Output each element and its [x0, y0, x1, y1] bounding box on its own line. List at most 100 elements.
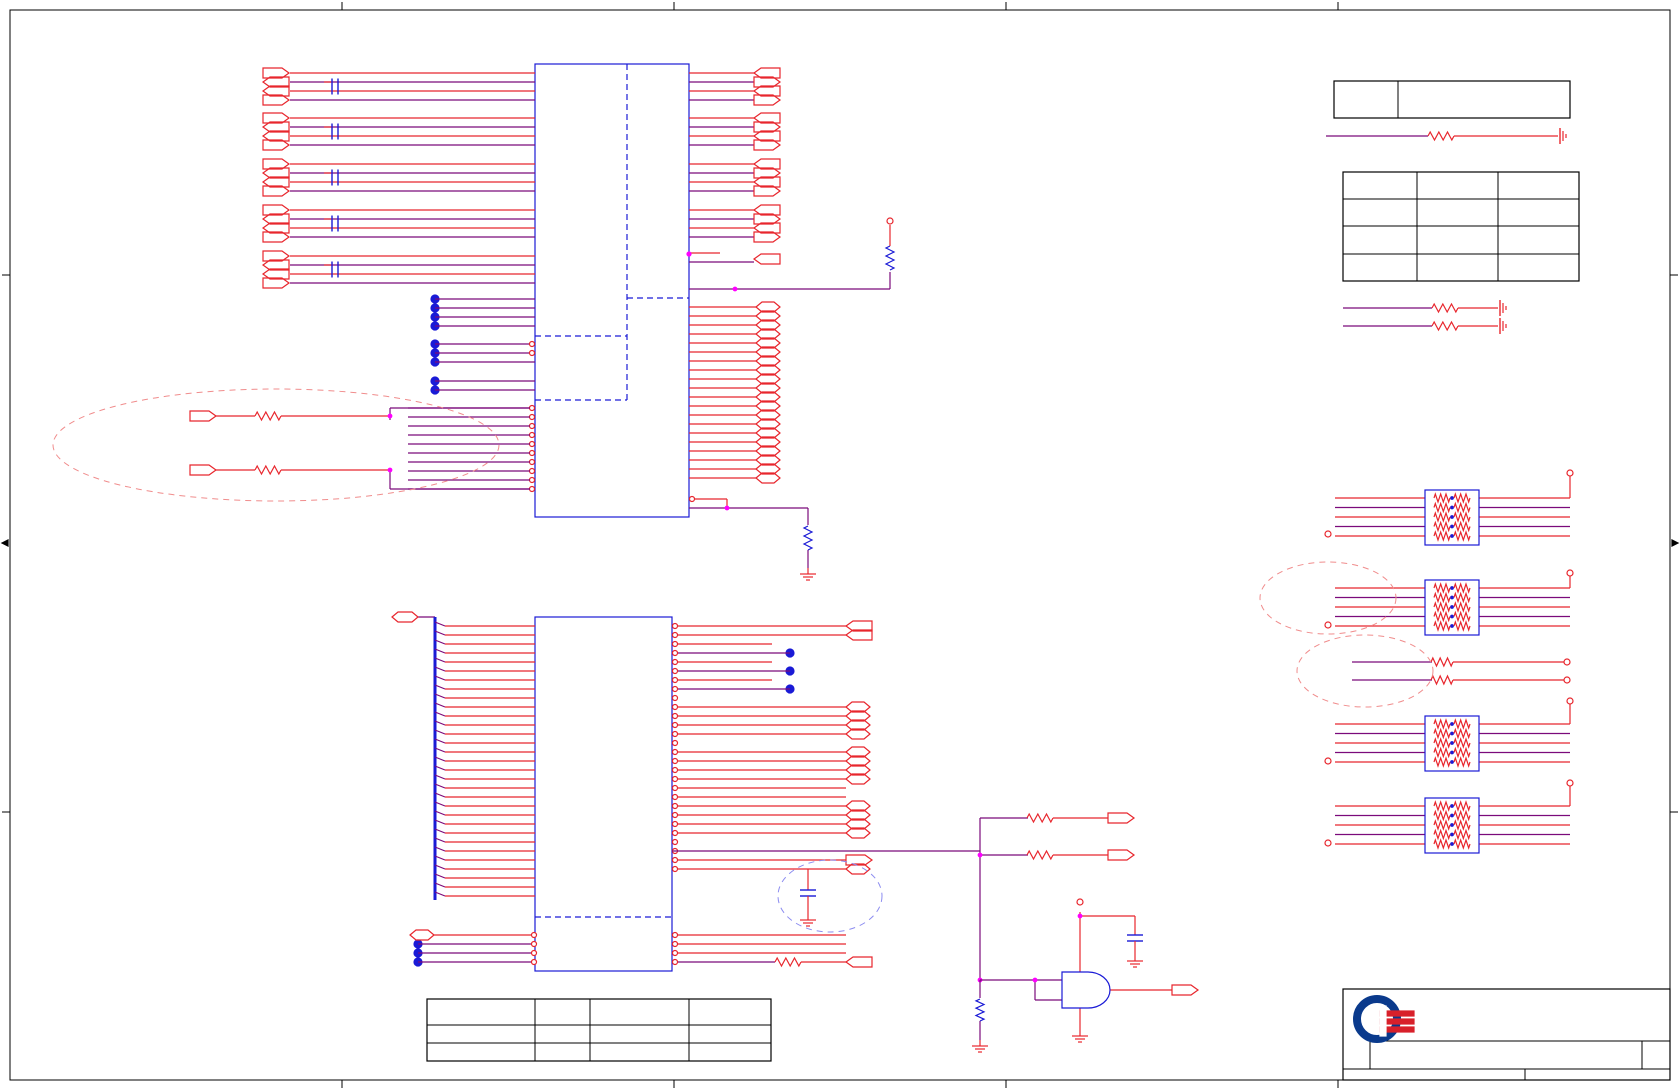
junction	[1450, 624, 1454, 628]
resistor-icon	[774, 956, 802, 968]
pin-bubble	[671, 730, 679, 738]
resistor-icon	[254, 464, 282, 476]
resistor-icon	[1453, 520, 1471, 533]
pin-bubble	[671, 949, 679, 957]
passive-components	[254, 78, 1567, 1053]
pin-bubble	[671, 856, 679, 864]
annotation-ellipse	[52, 388, 500, 502]
pin-bubble	[671, 667, 679, 675]
lower-ic-block	[534, 616, 673, 972]
resistor-icon	[1453, 828, 1471, 841]
upper-ic-block	[534, 63, 690, 518]
power-pin	[1324, 757, 1332, 765]
pin-bubble	[528, 413, 536, 421]
junction	[1450, 595, 1454, 600]
resistor-icon	[1433, 582, 1451, 594]
pin-bubble	[671, 793, 679, 801]
junction	[1450, 515, 1454, 519]
resistor-icon	[1453, 591, 1471, 604]
junction	[1450, 832, 1454, 837]
junction	[1450, 823, 1454, 827]
pin-bubble	[528, 404, 536, 412]
resistor-icon	[1431, 302, 1459, 314]
pin-bubble	[671, 865, 679, 873]
resistor-icon	[1026, 849, 1054, 861]
junction	[977, 852, 983, 858]
pin-bubble	[528, 467, 536, 475]
port-connector-icon	[189, 410, 218, 422]
resistor-icon	[1453, 756, 1471, 768]
resistor-icon	[1433, 800, 1451, 812]
resistor-icon	[1430, 674, 1454, 686]
resistor-icon	[1453, 746, 1471, 759]
junction	[724, 505, 730, 511]
resistor-icon	[1453, 501, 1471, 514]
pin-bubble	[671, 658, 679, 666]
title-block	[1342, 988, 1671, 1081]
off-page-ports	[189, 67, 1200, 996]
junction	[1450, 741, 1454, 745]
resistor-icon	[1433, 492, 1451, 504]
resistor-icon	[1427, 130, 1455, 142]
company-logo-icon	[1379, 1005, 1387, 1037]
resistor-icon	[1433, 591, 1451, 604]
zone-arrow	[1671, 539, 1680, 547]
pin-bubble	[671, 958, 679, 966]
power-pin	[1324, 839, 1332, 847]
resistor-icon	[1453, 582, 1471, 594]
resistor-icon	[1433, 530, 1451, 542]
port-connector-icon	[752, 253, 781, 265]
junction	[1450, 605, 1454, 609]
resistor-icon	[1433, 809, 1451, 822]
pin-bubble	[671, 685, 679, 693]
power-pin	[1566, 469, 1574, 477]
junction	[1077, 913, 1083, 919]
table-box	[426, 998, 772, 1062]
pin-bubble	[671, 829, 679, 837]
port-connector-icon	[1171, 984, 1200, 996]
power-pin	[886, 217, 894, 225]
junction	[387, 413, 393, 419]
ic-body	[534, 616, 673, 972]
junction	[1450, 722, 1454, 726]
power-pin	[1566, 779, 1574, 787]
resistor-icon	[1453, 809, 1471, 822]
pin-bubble	[671, 757, 679, 765]
junction	[1032, 977, 1038, 983]
junction	[1450, 813, 1454, 818]
resistor-icon	[1453, 620, 1471, 632]
resistor-icon	[1433, 819, 1451, 831]
ic-body	[534, 63, 690, 518]
pin-bubble	[528, 422, 536, 430]
port-connector-icon	[844, 956, 873, 968]
resistor-icon	[1453, 492, 1471, 504]
pin-bubble	[671, 676, 679, 684]
info-tables	[426, 80, 1580, 1062]
resistor-icon	[1433, 838, 1451, 850]
junction	[1450, 760, 1454, 764]
resistor-icon	[802, 525, 814, 551]
power-pin	[1563, 676, 1571, 684]
junction	[1450, 505, 1454, 510]
resistor-icon	[1453, 601, 1471, 613]
junction	[1450, 496, 1454, 500]
pin-bubble	[530, 958, 538, 966]
power-pin	[1563, 658, 1571, 666]
pin-bubble	[528, 340, 536, 348]
pin-bubble	[671, 631, 679, 639]
pin-bubble	[671, 640, 679, 648]
power-pin	[1324, 530, 1332, 538]
power-pin	[1566, 697, 1574, 705]
resistor-icon	[1453, 718, 1471, 730]
pin-bubble	[671, 838, 679, 846]
resistor-icon	[1433, 727, 1451, 740]
junction	[1450, 534, 1454, 538]
resistor-icon	[1433, 746, 1451, 759]
power-pin	[1076, 898, 1084, 906]
junction	[1450, 804, 1454, 808]
annotation-ellipse	[1296, 634, 1434, 708]
junction	[387, 467, 393, 473]
pin-bubble	[528, 440, 536, 448]
power-pin	[1566, 569, 1574, 577]
resistor-icon	[1453, 838, 1471, 850]
